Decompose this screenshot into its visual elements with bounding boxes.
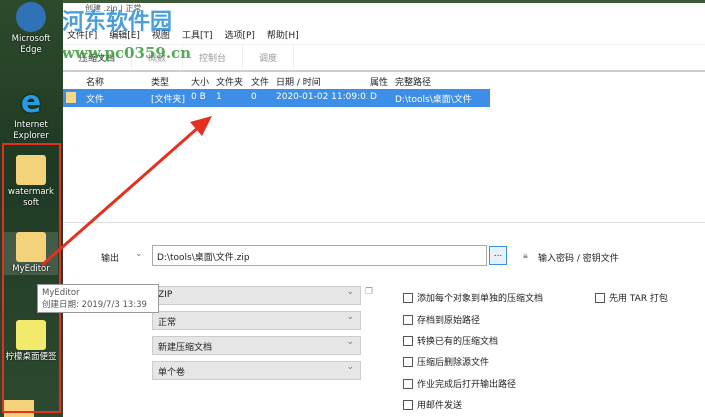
tooltip-detail: 创建日期: 2019/7/3 13:39 [42, 300, 147, 310]
annotation-arrow [41, 116, 212, 267]
tooltip: MyEditor 创建日期: 2019/7/3 13:39 [37, 284, 159, 313]
tooltip-title: MyEditor [42, 288, 80, 298]
